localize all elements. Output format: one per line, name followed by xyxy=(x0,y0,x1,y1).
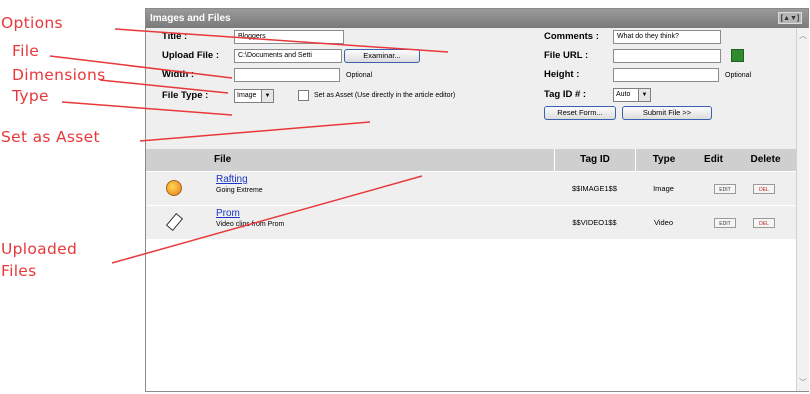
title-label: Title : xyxy=(162,31,188,42)
video-file-icon xyxy=(165,212,184,232)
set-as-asset-label: Set as Asset (Use directly in the articl… xyxy=(314,92,456,99)
panel-titlebar: Images and Files [▲▼] xyxy=(146,9,808,28)
link-icon[interactable] xyxy=(731,49,744,62)
submit-file-button[interactable]: Submit File >> xyxy=(622,106,712,120)
collapse-button[interactable]: [▲▼] xyxy=(778,12,802,24)
panel-title: Images and Files xyxy=(150,13,231,24)
comments-input[interactable]: What do they think? xyxy=(613,30,721,44)
type-cell: Image xyxy=(653,184,674,193)
tag-id-select[interactable]: Auto ▼ xyxy=(613,88,651,102)
col-tag-id: Tag ID xyxy=(554,149,635,171)
comments-label: Comments : xyxy=(544,31,599,42)
col-file: File xyxy=(214,154,232,165)
edit-button[interactable]: EDIT xyxy=(714,184,736,194)
height-input[interactable] xyxy=(613,68,719,82)
scroll-down-icon[interactable]: ﹀ xyxy=(797,377,809,389)
file-description: Going Extreme xyxy=(216,187,263,194)
set-as-asset-checkbox[interactable] xyxy=(298,90,309,101)
col-delete: Delete xyxy=(750,154,781,165)
file-url-label: File URL : xyxy=(544,50,589,61)
tag-id-value: Auto xyxy=(616,91,631,98)
file-link-prom[interactable]: Prom xyxy=(216,208,240,219)
browse-button[interactable]: Examinar... xyxy=(344,49,420,63)
width-input[interactable] xyxy=(234,68,340,82)
upload-file-input[interactable]: C:\Documents and Setti xyxy=(234,49,342,63)
tag-id-label: Tag ID # : xyxy=(544,89,587,100)
file-link-rafting[interactable]: Rafting xyxy=(216,174,248,185)
vertical-scrollbar[interactable]: ︿ ﹀ xyxy=(796,28,809,391)
col-type: Type xyxy=(635,149,692,171)
delete-button[interactable]: DEL xyxy=(753,218,775,228)
image-file-icon xyxy=(166,180,182,196)
chevron-down-icon: ▼ xyxy=(638,89,650,101)
reset-form-button[interactable]: Reset Form... xyxy=(544,106,616,120)
height-label: Height : xyxy=(544,69,580,80)
upload-file-label: Upload File : xyxy=(162,50,219,61)
tag-id-cell: $$VIDEO1$$ xyxy=(572,218,617,227)
callout-file: File xyxy=(12,42,40,60)
title-input[interactable]: Bloggers xyxy=(234,30,344,44)
images-and-files-panel: Images and Files [▲▼] Title : Bloggers U… xyxy=(145,8,809,392)
table-row: Rafting Going Extreme $$IMAGE1$$ Image E… xyxy=(146,172,796,205)
delete-button[interactable]: DEL xyxy=(753,184,775,194)
tag-id-cell: $$IMAGE1$$ xyxy=(571,184,618,193)
callout-set-as-asset: Set as Asset xyxy=(1,128,100,146)
file-url-input[interactable] xyxy=(613,49,721,63)
chevron-down-icon: ▼ xyxy=(261,90,273,102)
height-optional-note: Optional xyxy=(725,72,752,79)
scroll-up-icon[interactable]: ︿ xyxy=(797,30,809,42)
edit-button[interactable]: EDIT xyxy=(714,218,736,228)
table-row: Prom Video clips from Prom $$VIDEO1$$ Vi… xyxy=(146,206,796,239)
files-table-header: File Tag ID Type Edit Delete xyxy=(146,149,796,171)
callout-type: Type xyxy=(12,87,49,105)
width-label: Width : xyxy=(162,69,195,80)
col-edit: Edit xyxy=(704,154,723,165)
file-type-value: Image xyxy=(237,92,257,99)
upload-form: Title : Bloggers Upload File : C:\Docume… xyxy=(146,28,796,149)
file-description: Video clips from Prom xyxy=(216,221,285,228)
width-optional-note: Optional xyxy=(346,72,373,79)
type-cell: Video xyxy=(653,218,674,227)
callout-dimensions: Dimensions xyxy=(12,66,106,84)
file-type-label: File Type : xyxy=(162,90,209,101)
callout-options: Options xyxy=(1,14,63,32)
callout-uploaded-files: Uploaded Files xyxy=(1,240,78,280)
file-type-select[interactable]: Image ▼ xyxy=(234,89,274,103)
